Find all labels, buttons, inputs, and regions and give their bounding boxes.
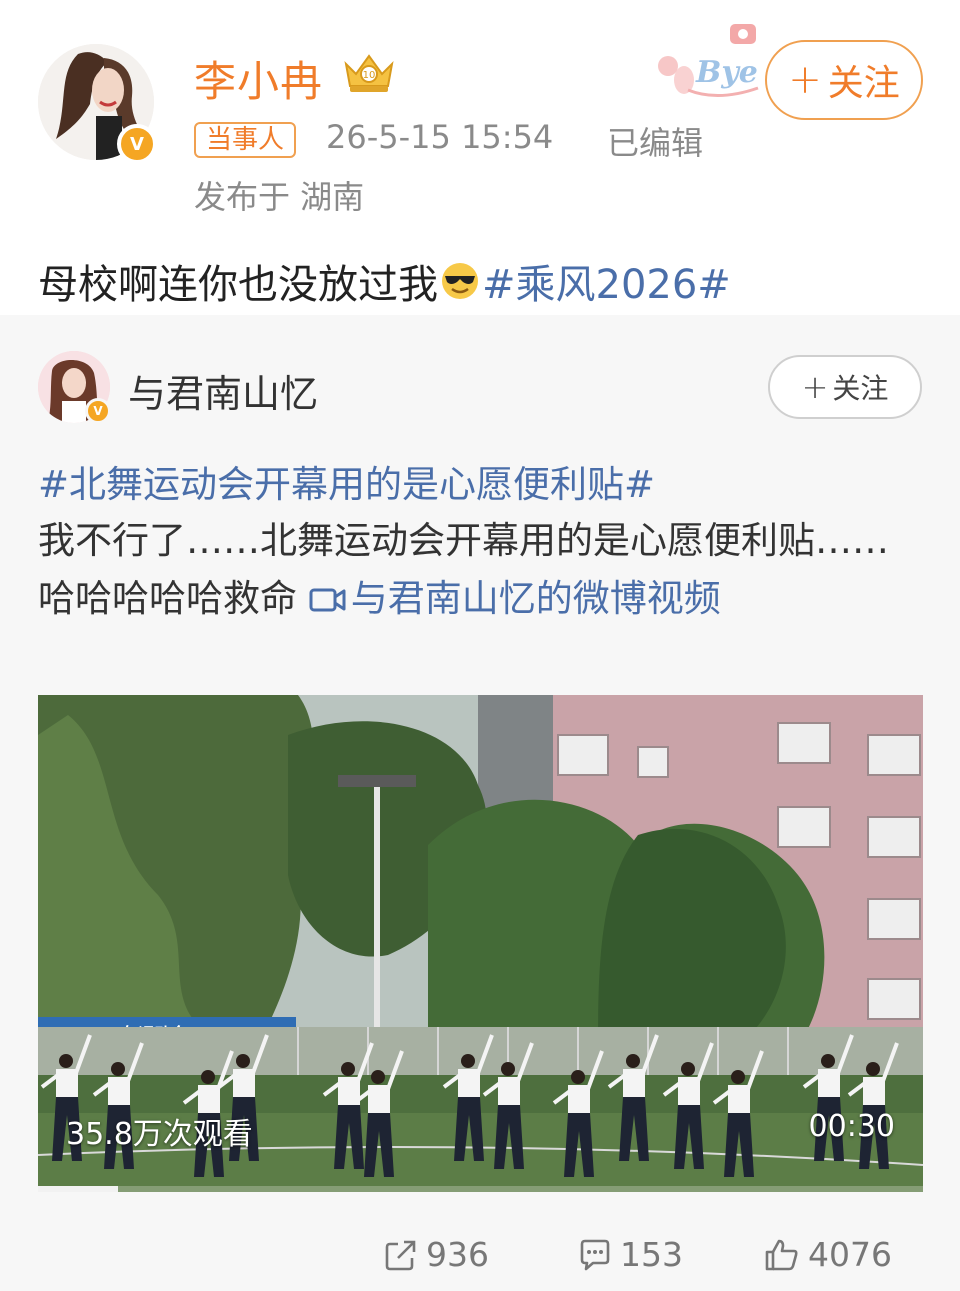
repost-count: 936 — [426, 1235, 489, 1274]
comment-icon — [580, 1239, 610, 1270]
video-player[interactable]: 2026年运动会 35.8万次观看 00:30 — [38, 695, 923, 1192]
edited-label[interactable]: 已编辑 — [607, 118, 703, 164]
post-location: 发布于 湖南 — [194, 178, 365, 216]
repost-follow-button[interactable]: + 关注 — [768, 355, 922, 419]
svg-text:Bye: Bye — [695, 55, 758, 90]
post-time: 26-5-15 15:54 — [326, 118, 554, 156]
action-bar: 936 153 4076 — [0, 1235, 960, 1285]
video-duration: 00:30 — [808, 1109, 895, 1144]
video-link-label: 与君南山忆的微博视频 — [350, 577, 721, 620]
sunglasses-emoji-icon — [442, 263, 478, 299]
plus-icon: + — [801, 368, 829, 406]
video-camera-icon — [309, 588, 346, 612]
comment-count: 153 — [620, 1235, 683, 1274]
svg-text:10: 10 — [363, 70, 376, 81]
repost-action[interactable]: 936 — [384, 1235, 489, 1274]
repost-author-name[interactable]: 与君南山忆 — [128, 363, 318, 418]
post-text: 母校啊连你也没放过我 #乘风2026# — [38, 252, 731, 310]
repost-follow-label: 关注 — [832, 372, 889, 405]
comment-action[interactable]: 153 — [578, 1235, 683, 1274]
video-link[interactable]: 与君南山忆的微博视频 — [309, 577, 721, 620]
bye-sticker-icon: Bye — [658, 24, 759, 98]
repost-hashtag[interactable]: #北舞运动会开幕用的是心愿便利贴# — [38, 454, 655, 508]
like-count: 4076 — [808, 1235, 892, 1274]
follow-label: 关注 — [827, 63, 900, 104]
repost-body: 我不行了……北舞运动会开幕用的是心愿便利贴……哈哈哈哈哈救命 与君南山忆的微博视… — [38, 512, 918, 628]
repost-card[interactable]: V 与君南山忆 + 关注 #北舞运动会开幕用的是心愿便利贴# 我不行了……北舞运… — [0, 315, 960, 1291]
post-text-body: 母校啊连你也没放过我 — [38, 262, 438, 308]
author-name[interactable]: 李小冉 — [194, 48, 323, 109]
view-count: 35.8万次观看 — [66, 1117, 253, 1152]
crown-level-icon: 10 — [344, 54, 394, 92]
thumbs-up-icon — [765, 1239, 798, 1270]
verified-badge-icon: V — [117, 124, 157, 164]
follow-button[interactable]: + 关注 — [765, 40, 923, 120]
video-progress-track[interactable] — [38, 1186, 923, 1192]
share-icon — [385, 1240, 416, 1270]
video-progress-fill — [38, 1186, 118, 1192]
plus-icon: + — [788, 57, 822, 103]
party-tag: 当事人 — [194, 122, 297, 158]
repost-verified-badge-icon: V — [85, 398, 111, 424]
like-action[interactable]: 4076 — [764, 1235, 892, 1274]
post-hashtag[interactable]: #乘风2026# — [482, 252, 731, 310]
